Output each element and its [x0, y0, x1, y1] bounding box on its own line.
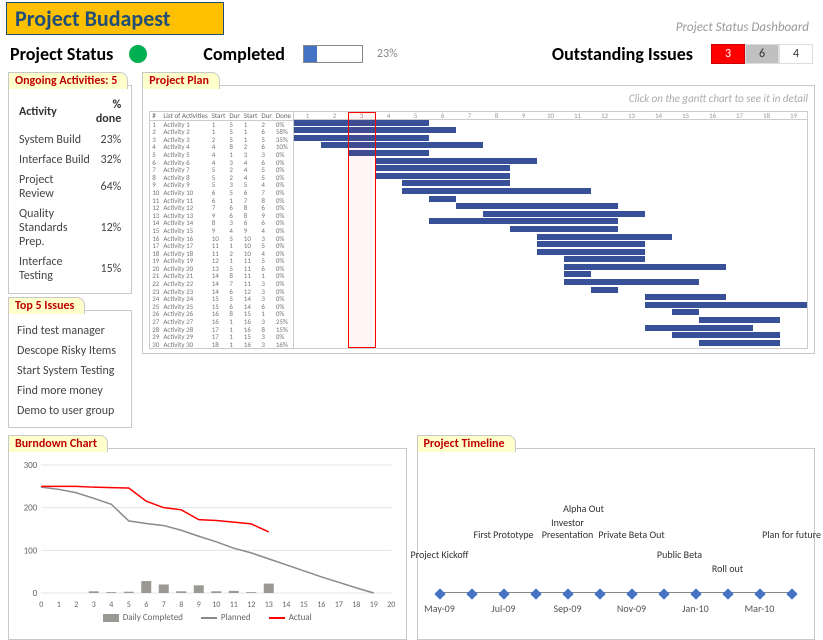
milestone-label: Roll out	[688, 563, 768, 575]
project-title: Project Budapest	[6, 2, 224, 35]
svg-text:9: 9	[197, 600, 201, 609]
issue-row: Demo to user group	[17, 401, 123, 421]
timeline-tick	[434, 588, 445, 599]
svg-text:200: 200	[24, 503, 38, 514]
svg-text:13: 13	[265, 600, 273, 609]
activity-row: Interface Build32%	[19, 151, 121, 169]
timeline-tick	[722, 588, 733, 599]
timeline-tick	[562, 588, 573, 599]
milestone-label: Plan for future	[752, 529, 823, 541]
svg-text:5: 5	[127, 600, 131, 609]
svg-text:12: 12	[247, 600, 255, 609]
svg-text:16: 16	[317, 600, 325, 609]
timeline-tick	[690, 588, 701, 599]
timeline-tick	[466, 588, 477, 599]
issue-count-low: 4	[779, 44, 813, 64]
milestone-label: Public Beta	[640, 549, 720, 561]
timeline-panel: Project Timeline May-09Jul-09Sep-09Nov-0…	[417, 448, 816, 640]
activity-row: Quality Standards Prep.12%	[19, 205, 121, 251]
svg-text:0: 0	[33, 588, 38, 599]
issue-row: Find more money	[17, 381, 123, 401]
timeline-tick	[754, 588, 765, 599]
top-issues-panel: Top 5 Issues Find test managerDescope Ri…	[8, 310, 132, 428]
project-plan-panel: Project Plan Click on the gantt chart to…	[142, 85, 815, 354]
outstanding-issues-label: Outstanding Issues	[552, 43, 693, 65]
col-activity: Activity	[19, 98, 90, 129]
milestone-label: Project Kickoff	[400, 549, 480, 561]
gantt-hint: Click on the gantt chart to see it in de…	[143, 92, 814, 107]
svg-text:0: 0	[39, 600, 43, 609]
col-done: % done	[92, 98, 121, 129]
activity-row: Interface Testing15%	[19, 253, 121, 285]
project-plan-tab: Project Plan	[142, 72, 220, 89]
completed-progress-bar	[303, 45, 363, 63]
issue-count-medium: 6	[745, 44, 779, 64]
burndown-tab: Burndown Chart	[8, 435, 108, 452]
legend-planned: Planned	[201, 612, 251, 623]
issue-row: Start System Testing	[17, 361, 123, 381]
svg-text:11: 11	[230, 600, 238, 609]
svg-text:1: 1	[57, 600, 61, 609]
svg-text:10: 10	[212, 600, 220, 609]
milestone-label: Private Beta Out	[592, 529, 672, 541]
svg-text:14: 14	[282, 600, 290, 609]
svg-text:300: 300	[24, 460, 38, 471]
svg-text:15: 15	[300, 600, 308, 609]
project-status-label: Project Status	[10, 43, 113, 65]
svg-text:4: 4	[109, 600, 113, 609]
timeline-month-label: Jul-09	[492, 602, 516, 615]
milestone-label: Alpha Out	[544, 503, 624, 515]
completed-percent-text: 23%	[377, 47, 398, 61]
issue-count-boxes: 3 6 4	[711, 44, 813, 64]
svg-text:18: 18	[352, 600, 360, 609]
svg-text:19: 19	[370, 600, 378, 609]
timeline-month-label: May-09	[424, 602, 455, 615]
svg-text:6: 6	[144, 600, 148, 609]
svg-text:7: 7	[162, 600, 166, 609]
dashboard-subtitle: Project Status Dashboard	[676, 20, 813, 35]
legend-daily: Daily Completed	[103, 612, 183, 623]
top-issues-tab: Top 5 Issues	[8, 297, 85, 314]
svg-text:20: 20	[387, 600, 395, 609]
svg-text:17: 17	[335, 600, 343, 609]
svg-text:2: 2	[74, 600, 78, 609]
burndown-chart[interactable]: 0100200300012345678910111213141516171819…	[17, 459, 398, 609]
timeline-tick	[530, 588, 541, 599]
completed-label: Completed	[203, 43, 285, 65]
timeline-month-label: Sep-09	[553, 602, 581, 615]
timeline-chart[interactable]: May-09Jul-09Sep-09Nov-09Jan-10Mar-10Proj…	[426, 459, 807, 619]
timeline-tick	[498, 588, 509, 599]
status-dot-green	[129, 45, 147, 63]
ongoing-activities-panel: Ongoing Activities: 5 Activity % done Sy…	[8, 85, 132, 294]
activity-row: System Build23%	[19, 131, 121, 149]
svg-text:8: 8	[179, 600, 183, 609]
issue-count-high: 3	[711, 44, 745, 64]
timeline-tick	[658, 588, 669, 599]
svg-text:3: 3	[92, 600, 96, 609]
timeline-tick	[594, 588, 605, 599]
issue-row: Descope Risky Items	[17, 341, 123, 361]
issue-row: Find test manager	[17, 321, 123, 341]
ongoing-activities-tab: Ongoing Activities: 5	[8, 72, 128, 89]
timeline-month-label: Jan-10	[682, 602, 708, 615]
timeline-month-label: Mar-10	[745, 602, 775, 615]
burndown-panel: Burndown Chart 0100200300012345678910111…	[8, 448, 407, 640]
legend-actual: Actual	[269, 612, 312, 623]
timeline-tick	[626, 588, 637, 599]
gantt-chart[interactable]: #List of ActivitiesStartDurStartDurDone1…	[149, 111, 808, 349]
activity-row: Project Review64%	[19, 171, 121, 203]
timeline-tab: Project Timeline	[417, 435, 516, 452]
timeline-month-label: Nov-09	[617, 602, 646, 615]
timeline-tick	[786, 588, 797, 599]
